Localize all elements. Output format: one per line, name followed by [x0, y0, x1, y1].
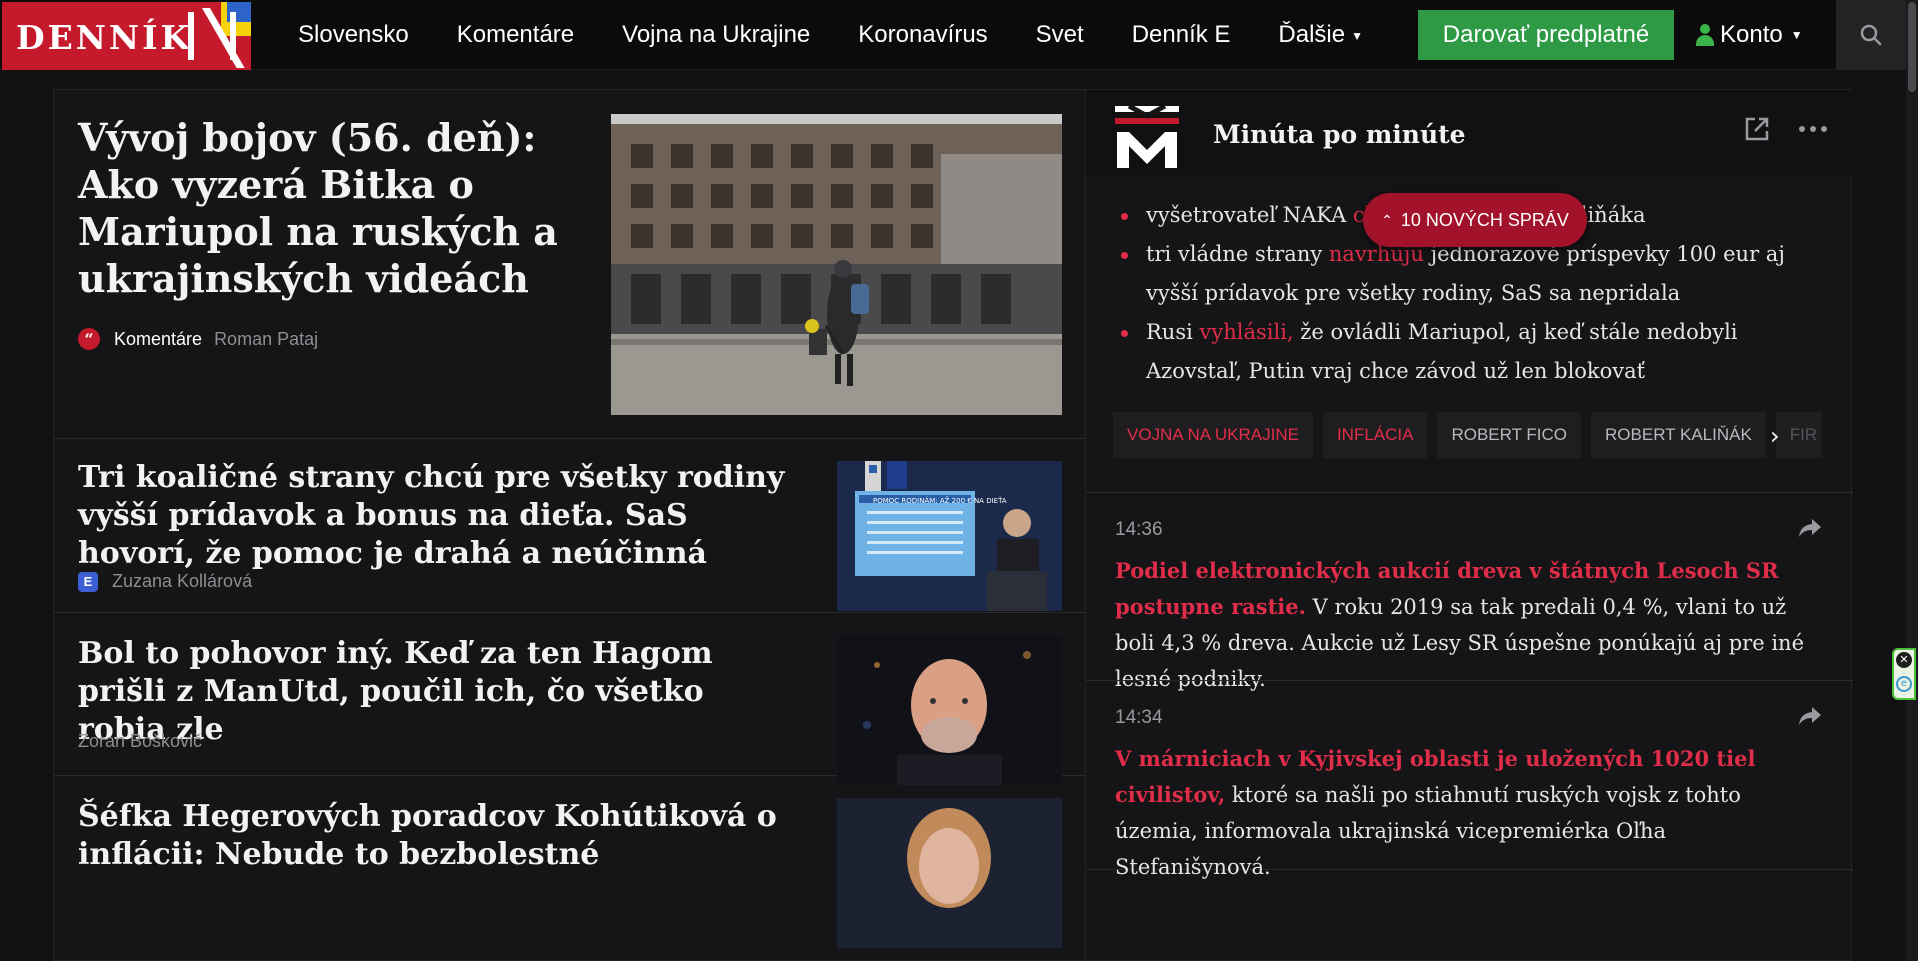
share-icon[interactable] — [1798, 517, 1822, 539]
bullet-text: vyšetrovateľ NAKA — [1146, 203, 1353, 227]
article-image-kohutikova[interactable] — [837, 798, 1062, 948]
bullet-text: tri vládne strany — [1146, 242, 1329, 266]
account-label: Konto — [1720, 21, 1783, 48]
entry-text: Podiel elektronických aukcií dreva v štá… — [1115, 553, 1825, 697]
tag-vojna-na-ukrajine[interactable]: VOJNA NA UKRAJINE — [1113, 412, 1313, 458]
article-image-mariupol[interactable] — [611, 114, 1062, 415]
external-link-icon[interactable] — [1744, 116, 1770, 142]
nav-item-vojna-na-ukrajine[interactable]: Vojna na Ukrajine — [622, 21, 810, 49]
portrait-image — [837, 798, 1062, 948]
share-icon[interactable] — [1798, 705, 1822, 727]
chevron-up-icon: ⌃ — [1381, 211, 1393, 228]
article-title[interactable]: Tri koaličné strany chcú pre všetky rodi… — [78, 459, 798, 573]
new-messages-button[interactable]: ⌃ 10 NOVÝCH SPRÁV — [1363, 193, 1587, 247]
nav-item-koronavirus[interactable]: Koronavírus — [858, 21, 987, 49]
tag-inflacia[interactable]: INFLÁCIA — [1322, 412, 1428, 458]
browser-extension-widget[interactable]: ✕ e — [1892, 648, 1916, 700]
nav-more-label: Ďalšie — [1278, 21, 1346, 48]
article-list: Vývoj bojov (56. deň): Ako vyzerá Bitka … — [53, 89, 1087, 961]
logo-wordmark: DENNÍK — [16, 18, 193, 57]
user-icon — [1696, 24, 1714, 46]
article-lead[interactable]: Vývoj bojov (56. deň): Ako vyzerá Bitka … — [54, 90, 1087, 439]
article-image-press-conference[interactable]: POMOC RODINÁM: AŽ 200 € NA DIEŤA — [837, 461, 1062, 611]
dennik-e-icon: E — [78, 571, 98, 592]
more-options-icon[interactable] — [1798, 116, 1828, 142]
extension-icon[interactable]: e — [1896, 676, 1912, 692]
tag-robert-fico[interactable]: ROBERT FICO — [1437, 412, 1582, 458]
tag-robert-kalinak[interactable]: ROBERT KALIŇÁK — [1591, 412, 1766, 458]
article-title[interactable]: Vývoj bojov (56. deň): Ako vyzerá Bitka … — [78, 114, 598, 302]
article-item[interactable]: Šéfka Hegerových poradcov Kohútiková o i… — [54, 776, 1087, 961]
article-author[interactable]: Zoran Boškovič — [78, 731, 202, 752]
press-conference-image: POMOC RODINÁM: AŽ 200 € NA DIEŤA — [837, 461, 1062, 611]
entry-time: 14:34 — [1115, 707, 1163, 728]
article-title[interactable]: Šéfka Hegerových poradcov Kohútiková o i… — [78, 798, 798, 874]
entry-time: 14:36 — [1115, 519, 1163, 540]
live-entry: 14:34 V márniciach v Kyjivskej oblasti j… — [1086, 680, 1853, 879]
entry-text: V márniciach v Kyjivskej oblasti je ulož… — [1115, 741, 1825, 885]
topic-tags: VOJNA NA UKRAJINE INFLÁCIA ROBERT FICO R… — [1113, 412, 1832, 458]
chevron-down-icon: ▼ — [1351, 28, 1364, 43]
article-section[interactable]: Komentáre — [114, 329, 202, 350]
scrollbar-thumb[interactable] — [1908, 2, 1916, 92]
article-image-ten-hag[interactable] — [837, 635, 1062, 785]
live-entry: 14:36 Podiel elektronických aukcií dreva… — [1086, 492, 1853, 691]
article-meta: “ Komentáre Roman Pataj — [78, 328, 318, 350]
n-logo-icon — [188, 12, 236, 60]
page-scrollbar[interactable] — [1906, 0, 1918, 961]
article-item[interactable]: Tri koaličné strany chcú pre všetky rodi… — [54, 439, 1087, 613]
nav-item-dalsie[interactable]: Ďalšie ▼ — [1278, 21, 1363, 49]
article-meta: Zoran Boškovič — [78, 731, 202, 752]
tag-truncated[interactable]: FIR — [1775, 412, 1822, 458]
summary-bullet: Rusi vyhlásili, že ovládli Mariupol, aj … — [1121, 313, 1821, 391]
mariupol-building-image — [611, 114, 1062, 415]
live-feed-panel: Minúta po minúte vyšetrovateľ NAKA chali… — [1085, 89, 1853, 961]
image-caption: POMOC RODINÁM: AŽ 200 € NA DIEŤA — [873, 496, 1007, 505]
article-meta: E Zuzana Kollárová — [78, 571, 252, 592]
quote-icon: “ — [78, 328, 100, 350]
minuta-po-minute-logo — [1115, 106, 1179, 168]
article-author[interactable]: Roman Pataj — [214, 329, 318, 350]
top-navigation-bar: DENNÍK Slovensko Komentáre Vojna na Ukra… — [0, 0, 1918, 70]
portrait-image — [837, 635, 1062, 785]
live-feed-title: Minúta po minúte — [1213, 120, 1466, 149]
article-item[interactable]: Bol to pohovor iný. Keď za ten Hagom pri… — [54, 613, 1087, 785]
nav-item-svet[interactable]: Svet — [1036, 21, 1084, 49]
dennik-n-logo[interactable]: DENNÍK — [2, 2, 251, 70]
nav-item-dennik-e[interactable]: Denník E — [1132, 21, 1231, 49]
close-icon[interactable]: ✕ — [1896, 652, 1912, 668]
chevron-down-icon: ▼ — [1790, 28, 1803, 42]
chevron-right-icon[interactable]: › — [1770, 422, 1780, 450]
live-feed-header: Minúta po minúte — [1086, 90, 1853, 176]
donate-subscription-button[interactable]: Darovať predplatné — [1418, 10, 1674, 60]
article-author[interactable]: Zuzana Kollárová — [112, 571, 252, 592]
account-menu[interactable]: Konto ▼ — [1696, 0, 1803, 70]
main-menu: Slovensko Komentáre Vojna na Ukrajine Ko… — [298, 0, 1411, 70]
nav-item-komentare[interactable]: Komentáre — [457, 21, 574, 49]
bullet-text: Rusi — [1146, 320, 1200, 344]
nav-item-slovensko[interactable]: Slovensko — [298, 21, 409, 49]
new-messages-label: 10 NOVÝCH SPRÁV — [1400, 209, 1569, 230]
search-icon — [1860, 24, 1882, 46]
search-button[interactable] — [1836, 0, 1906, 70]
bullet-link[interactable]: vyhlásili, — [1200, 320, 1294, 344]
